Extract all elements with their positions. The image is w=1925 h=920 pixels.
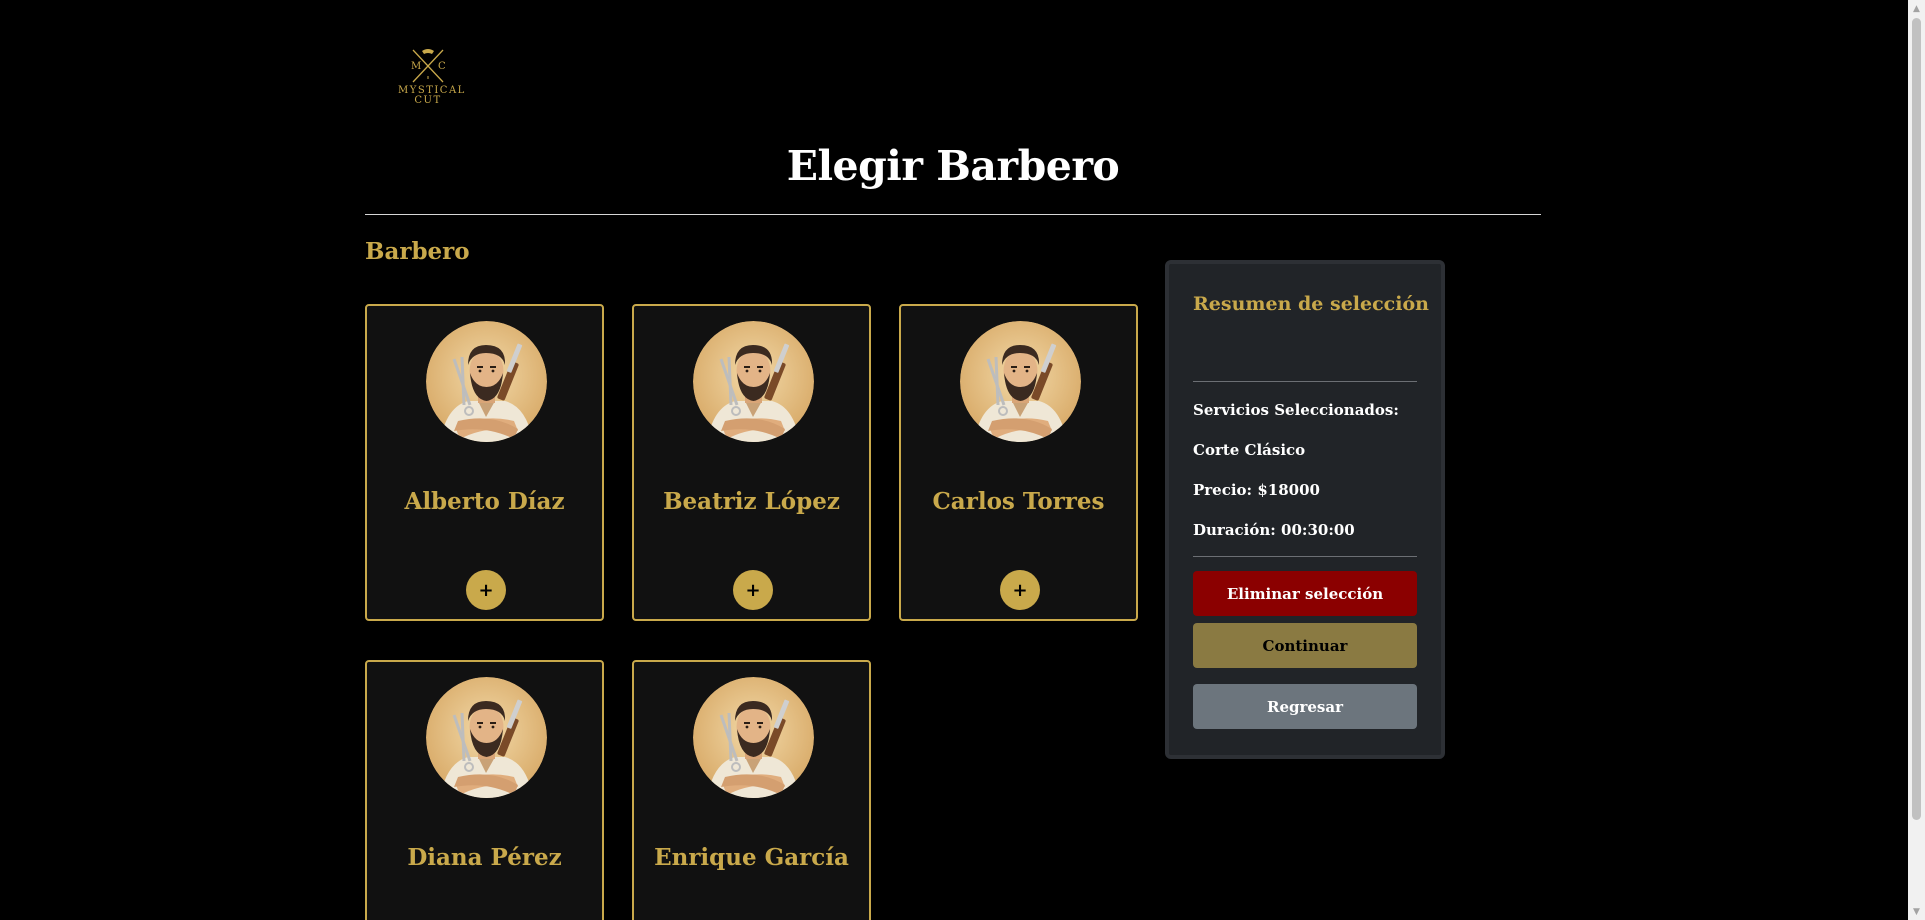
- barber-card[interactable]: Alberto Díaz +: [365, 304, 604, 621]
- page-title: Elegir Barbero: [786, 142, 1120, 190]
- barber-card[interactable]: Diana Pérez: [365, 660, 604, 920]
- barber-avatar-icon: [426, 677, 547, 798]
- logo-monogram-right: C: [438, 61, 446, 72]
- add-barber-button[interactable]: +: [1000, 570, 1040, 610]
- vertical-scrollbar[interactable]: ▲ ▼: [1908, 0, 1925, 920]
- barber-card[interactable]: Enrique García: [632, 660, 871, 920]
- continue-button[interactable]: Continuar: [1193, 623, 1417, 668]
- page: M C MYSTICAL CUT Elegir Barbero Barbero: [0, 0, 1925, 920]
- back-button[interactable]: Regresar: [1193, 684, 1417, 729]
- service-price: Precio: $18000: [1193, 481, 1320, 499]
- summary-divider: [1193, 381, 1417, 382]
- section-label: Barbero: [365, 238, 470, 265]
- add-barber-button[interactable]: +: [466, 570, 506, 610]
- selected-service: Corte Clásico: [1193, 441, 1306, 459]
- barber-avatar-icon: [693, 321, 814, 442]
- scroll-up-arrow-icon[interactable]: ▲: [1908, 0, 1925, 17]
- barber-card[interactable]: Beatriz López +: [632, 304, 871, 621]
- service-duration: Duración: 00:30:00: [1193, 521, 1355, 539]
- scroll-down-arrow-icon[interactable]: ▼: [1908, 903, 1925, 920]
- logo[interactable]: M C MYSTICAL CUT: [385, 46, 471, 118]
- barber-avatar-icon: [960, 321, 1081, 442]
- barber-name: Carlos Torres: [932, 488, 1105, 515]
- add-barber-button[interactable]: +: [733, 570, 773, 610]
- barber-card[interactable]: Carlos Torres +: [899, 304, 1138, 621]
- services-label: Servicios Seleccionados:: [1193, 401, 1399, 419]
- selection-summary-panel: Resumen de selección Servicios Seleccion…: [1165, 260, 1445, 759]
- barber-avatar-icon: [426, 321, 547, 442]
- logo-brand-text: MYSTICAL CUT: [398, 85, 466, 106]
- summary-title: Resumen de selección: [1193, 293, 1429, 315]
- crossed-scissors-logo-icon: M C: [411, 49, 446, 83]
- scrollbar-thumb[interactable]: [1912, 18, 1921, 820]
- barber-name: Diana Pérez: [407, 844, 562, 871]
- summary-divider: [1193, 556, 1417, 557]
- remove-selection-button[interactable]: Eliminar selección: [1193, 571, 1417, 616]
- barber-name: Alberto Díaz: [404, 488, 565, 515]
- logo-monogram-left: M: [411, 61, 421, 72]
- barber-name: Enrique García: [654, 844, 849, 871]
- title-divider: [365, 214, 1541, 215]
- barber-avatar-icon: [693, 677, 814, 798]
- barber-name: Beatriz López: [663, 488, 840, 515]
